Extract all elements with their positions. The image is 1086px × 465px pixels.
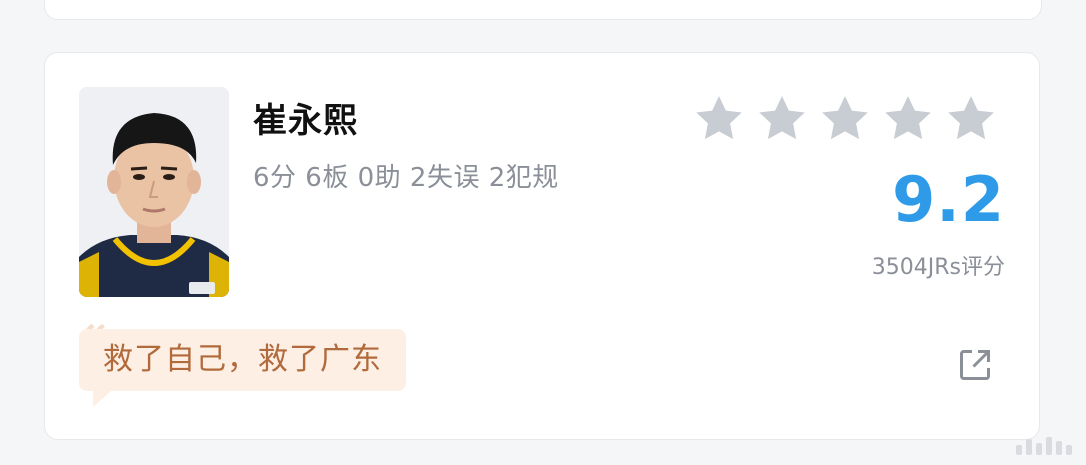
watermark-bars xyxy=(1016,437,1072,455)
external-share-icon[interactable] xyxy=(957,347,993,383)
star-icon[interactable] xyxy=(943,91,999,147)
comment-text: 救了自己，救了广东 xyxy=(103,342,382,377)
rating-stars[interactable] xyxy=(691,91,999,147)
player-avatar[interactable] xyxy=(79,87,229,297)
watermark-bar xyxy=(1056,441,1062,455)
star-icon[interactable] xyxy=(754,91,810,147)
watermark-bar xyxy=(1046,437,1052,455)
star-icon[interactable] xyxy=(691,91,747,147)
star-icon[interactable] xyxy=(817,91,873,147)
comment-bubble-tail xyxy=(93,391,111,407)
watermark-bar xyxy=(1036,443,1042,455)
rating-score: 9.2 xyxy=(892,163,1005,236)
watermark-bar xyxy=(1066,445,1072,455)
comment-bubble[interactable]: 救了自己，救了广东 xyxy=(79,329,406,391)
rating-votes-count: 3504JRs评分 xyxy=(871,255,1005,280)
player-rating-card[interactable]: 崔永熙 6分 6板 0助 2失误 2犯规 9.2 3504JRs评分 “ 救了自… xyxy=(44,52,1040,440)
watermark-bar xyxy=(1026,439,1032,455)
player-stat-line: 6分 6板 0助 2失误 2犯规 xyxy=(253,163,559,193)
watermark-bar xyxy=(1016,445,1022,455)
star-icon[interactable] xyxy=(880,91,936,147)
player-headshot-icon xyxy=(79,87,229,297)
previous-card xyxy=(44,0,1042,20)
player-name: 崔永熙 xyxy=(253,101,358,141)
